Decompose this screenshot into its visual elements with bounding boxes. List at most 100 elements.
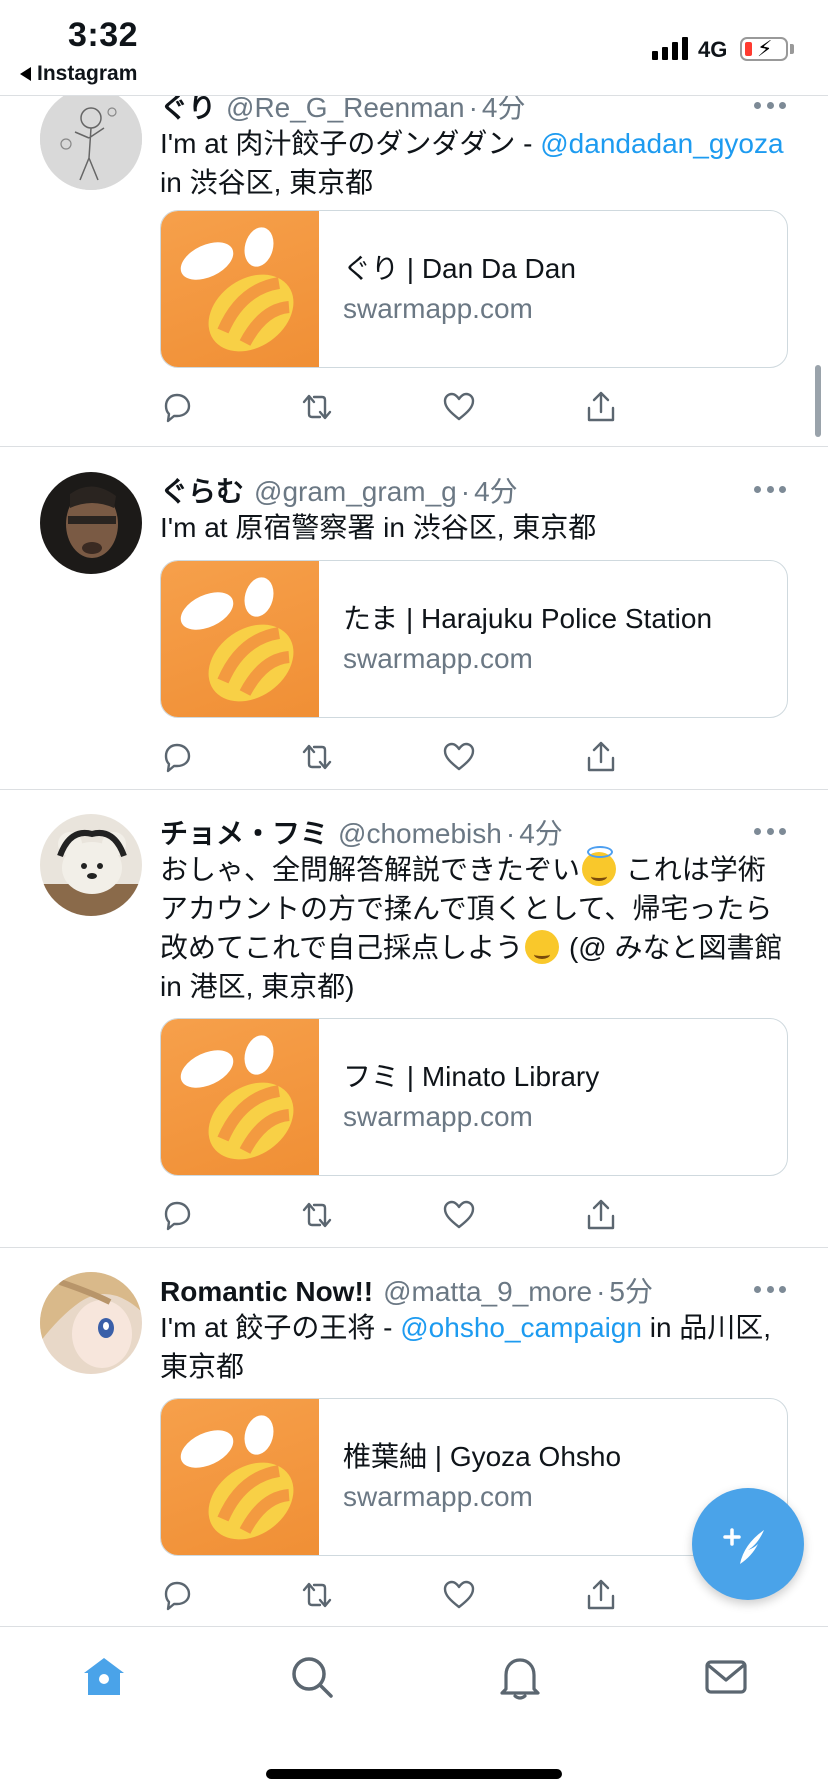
reply-icon[interactable] bbox=[160, 390, 194, 424]
swarm-logo-icon bbox=[161, 561, 319, 717]
reply-icon[interactable] bbox=[160, 1578, 194, 1612]
more-options-icon[interactable] bbox=[754, 1284, 786, 1294]
separator: · bbox=[505, 818, 516, 849]
tab-home[interactable] bbox=[80, 1653, 128, 1701]
avatar[interactable] bbox=[40, 814, 142, 916]
tweet-age: 4分 bbox=[519, 818, 563, 849]
card-domain: swarmapp.com bbox=[343, 1481, 533, 1512]
card-title: 椎葉紬 | Gyoza Ohsho bbox=[343, 1441, 622, 1472]
reply-icon[interactable] bbox=[160, 740, 194, 774]
card-domain: swarmapp.com bbox=[343, 643, 533, 674]
card-title: たま | Harajuku Police Station bbox=[343, 603, 713, 634]
tweet-header: Romantic Now!! @matta_9_more · 5分 bbox=[160, 1270, 653, 1307]
like-icon[interactable] bbox=[442, 1198, 476, 1232]
scroll-indicator[interactable] bbox=[815, 365, 821, 437]
battery-cap bbox=[790, 44, 794, 54]
retweet-icon[interactable] bbox=[300, 390, 334, 424]
retweet-icon[interactable] bbox=[300, 740, 334, 774]
back-to-app-button[interactable]: Instagram bbox=[20, 62, 137, 86]
text-part: I'm at 原宿警察署 in 渋谷区, 東京都 bbox=[160, 512, 597, 543]
status-time: 3:32 bbox=[68, 16, 139, 54]
messages-icon bbox=[705, 1660, 747, 1694]
swarm-logo-icon bbox=[161, 1399, 319, 1555]
smiling-face-with-halo-icon bbox=[582, 846, 617, 886]
text-part: おしゃ、全問解答解説できたぞい bbox=[160, 854, 581, 885]
tweet-text: I'm at 餃子の王将 - @ohsho_campaign in 品川区, 東… bbox=[160, 1308, 790, 1386]
share-icon[interactable] bbox=[584, 740, 618, 774]
link-card[interactable]: たま | Harajuku Police Station swarmapp.co… bbox=[160, 560, 788, 718]
tweet[interactable]: ぐらむ @gram_gram_g · 4分 I'm at 原宿警察署 in 渋谷… bbox=[0, 448, 828, 790]
avatar[interactable] bbox=[40, 96, 142, 190]
back-arrow-icon bbox=[20, 67, 31, 81]
more-options-icon[interactable] bbox=[754, 100, 786, 110]
tweet-age: 4分 bbox=[481, 96, 526, 123]
home-indicator[interactable] bbox=[266, 1769, 562, 1779]
tweet[interactable]: ぐり @Re_G_Reenman · 4分 I'm at 肉汁餃子のダンダダン … bbox=[0, 96, 828, 447]
author-name[interactable]: チョメ・フミ bbox=[160, 812, 328, 852]
timeline-feed[interactable]: ぐり @Re_G_Reenman · 4分 I'm at 肉汁餃子のダンダダン … bbox=[0, 96, 828, 1626]
text-part: I'm at 餃子の王将 - bbox=[160, 1312, 401, 1343]
text-part: I'm at 肉汁餃子のダンダダン - bbox=[160, 128, 541, 159]
tweet-header: チョメ・フミ @chomebish · 4分 bbox=[160, 812, 563, 849]
share-icon[interactable] bbox=[584, 1578, 618, 1612]
author-handle[interactable]: @gram_gram_g bbox=[254, 476, 457, 508]
tweet-actions bbox=[160, 1198, 680, 1232]
more-options-icon[interactable] bbox=[754, 484, 786, 494]
link-card[interactable]: ぐり | Dan Da Dan swarmapp.com bbox=[160, 210, 788, 368]
author-handle[interactable]: @chomebish bbox=[338, 818, 502, 850]
swarm-logo-icon bbox=[161, 211, 319, 367]
share-icon[interactable] bbox=[584, 1198, 618, 1232]
separator: · bbox=[596, 1276, 606, 1307]
like-icon[interactable] bbox=[442, 1578, 476, 1612]
text-part: in 渋谷区, 東京都 bbox=[160, 167, 374, 198]
mention-link[interactable]: @dandadan_gyoza bbox=[540, 128, 783, 159]
separator: · bbox=[460, 476, 471, 507]
tweet-text: I'm at 原宿警察署 in 渋谷区, 東京都 bbox=[160, 508, 790, 547]
tweet[interactable]: チョメ・フミ @chomebish · 4分 おしゃ、全問解答解説できたぞい こ… bbox=[0, 790, 828, 1248]
card-domain: swarmapp.com bbox=[343, 293, 533, 324]
network-type: 4G bbox=[698, 37, 728, 62]
compose-tweet-icon bbox=[723, 1528, 764, 1564]
card-title: ぐり | Dan Da Dan bbox=[343, 253, 576, 284]
avatar[interactable] bbox=[40, 472, 142, 574]
status-bar: 3:32 Instagram 4G ⚡ bbox=[0, 0, 828, 96]
swarm-logo-icon bbox=[161, 1019, 319, 1175]
tweet-age: 5分 bbox=[609, 1276, 653, 1307]
home-icon bbox=[84, 1658, 124, 1695]
more-options-icon[interactable] bbox=[754, 826, 786, 836]
author-name[interactable]: ぐらむ bbox=[160, 470, 244, 510]
tab-notifications[interactable] bbox=[496, 1653, 544, 1701]
author-name[interactable]: ぐり bbox=[160, 96, 216, 126]
separator: · bbox=[468, 96, 478, 123]
tweet-text: おしゃ、全問解答解説できたぞい これは学術アカウントの方で揉んで頂くとして、帰宅… bbox=[160, 846, 790, 1006]
card-title: フミ | Minato Library bbox=[343, 1061, 600, 1092]
author-name[interactable]: Romantic Now!! bbox=[160, 1276, 373, 1308]
tweet-age: 4分 bbox=[474, 476, 518, 507]
tweet-actions bbox=[160, 390, 680, 424]
compose-tweet-button[interactable] bbox=[692, 1488, 804, 1600]
back-app-label: Instagram bbox=[37, 62, 138, 85]
tab-search[interactable] bbox=[288, 1653, 336, 1701]
tweet-actions bbox=[160, 740, 680, 774]
tab-messages[interactable] bbox=[702, 1653, 750, 1701]
like-icon[interactable] bbox=[442, 390, 476, 424]
tweet-header: ぐり @Re_G_Reenman · 4分 bbox=[160, 96, 525, 123]
notifications-icon bbox=[500, 1658, 540, 1700]
retweet-icon[interactable] bbox=[300, 1198, 334, 1232]
search-icon bbox=[292, 1657, 333, 1698]
link-card[interactable]: フミ | Minato Library swarmapp.com bbox=[160, 1018, 788, 1176]
mention-link[interactable]: @ohsho_campaign bbox=[400, 1312, 642, 1343]
like-icon[interactable] bbox=[442, 740, 476, 774]
retweet-icon[interactable] bbox=[300, 1578, 334, 1612]
tab-bar bbox=[0, 1626, 828, 1792]
card-domain: swarmapp.com bbox=[343, 1101, 533, 1132]
tweet-header: ぐらむ @gram_gram_g · 4分 bbox=[160, 470, 518, 507]
reply-icon[interactable] bbox=[160, 1198, 194, 1232]
signal-icon bbox=[652, 36, 688, 60]
share-icon[interactable] bbox=[584, 390, 618, 424]
author-handle[interactable]: @matta_9_more bbox=[383, 1276, 592, 1308]
battery-icon: ⚡ bbox=[740, 36, 788, 61]
author-handle[interactable]: @Re_G_Reenman bbox=[226, 96, 465, 124]
tweet-text: I'm at 肉汁餃子のダンダダン - @dandadan_gyoza in 渋… bbox=[160, 124, 790, 202]
avatar[interactable] bbox=[40, 1272, 142, 1374]
